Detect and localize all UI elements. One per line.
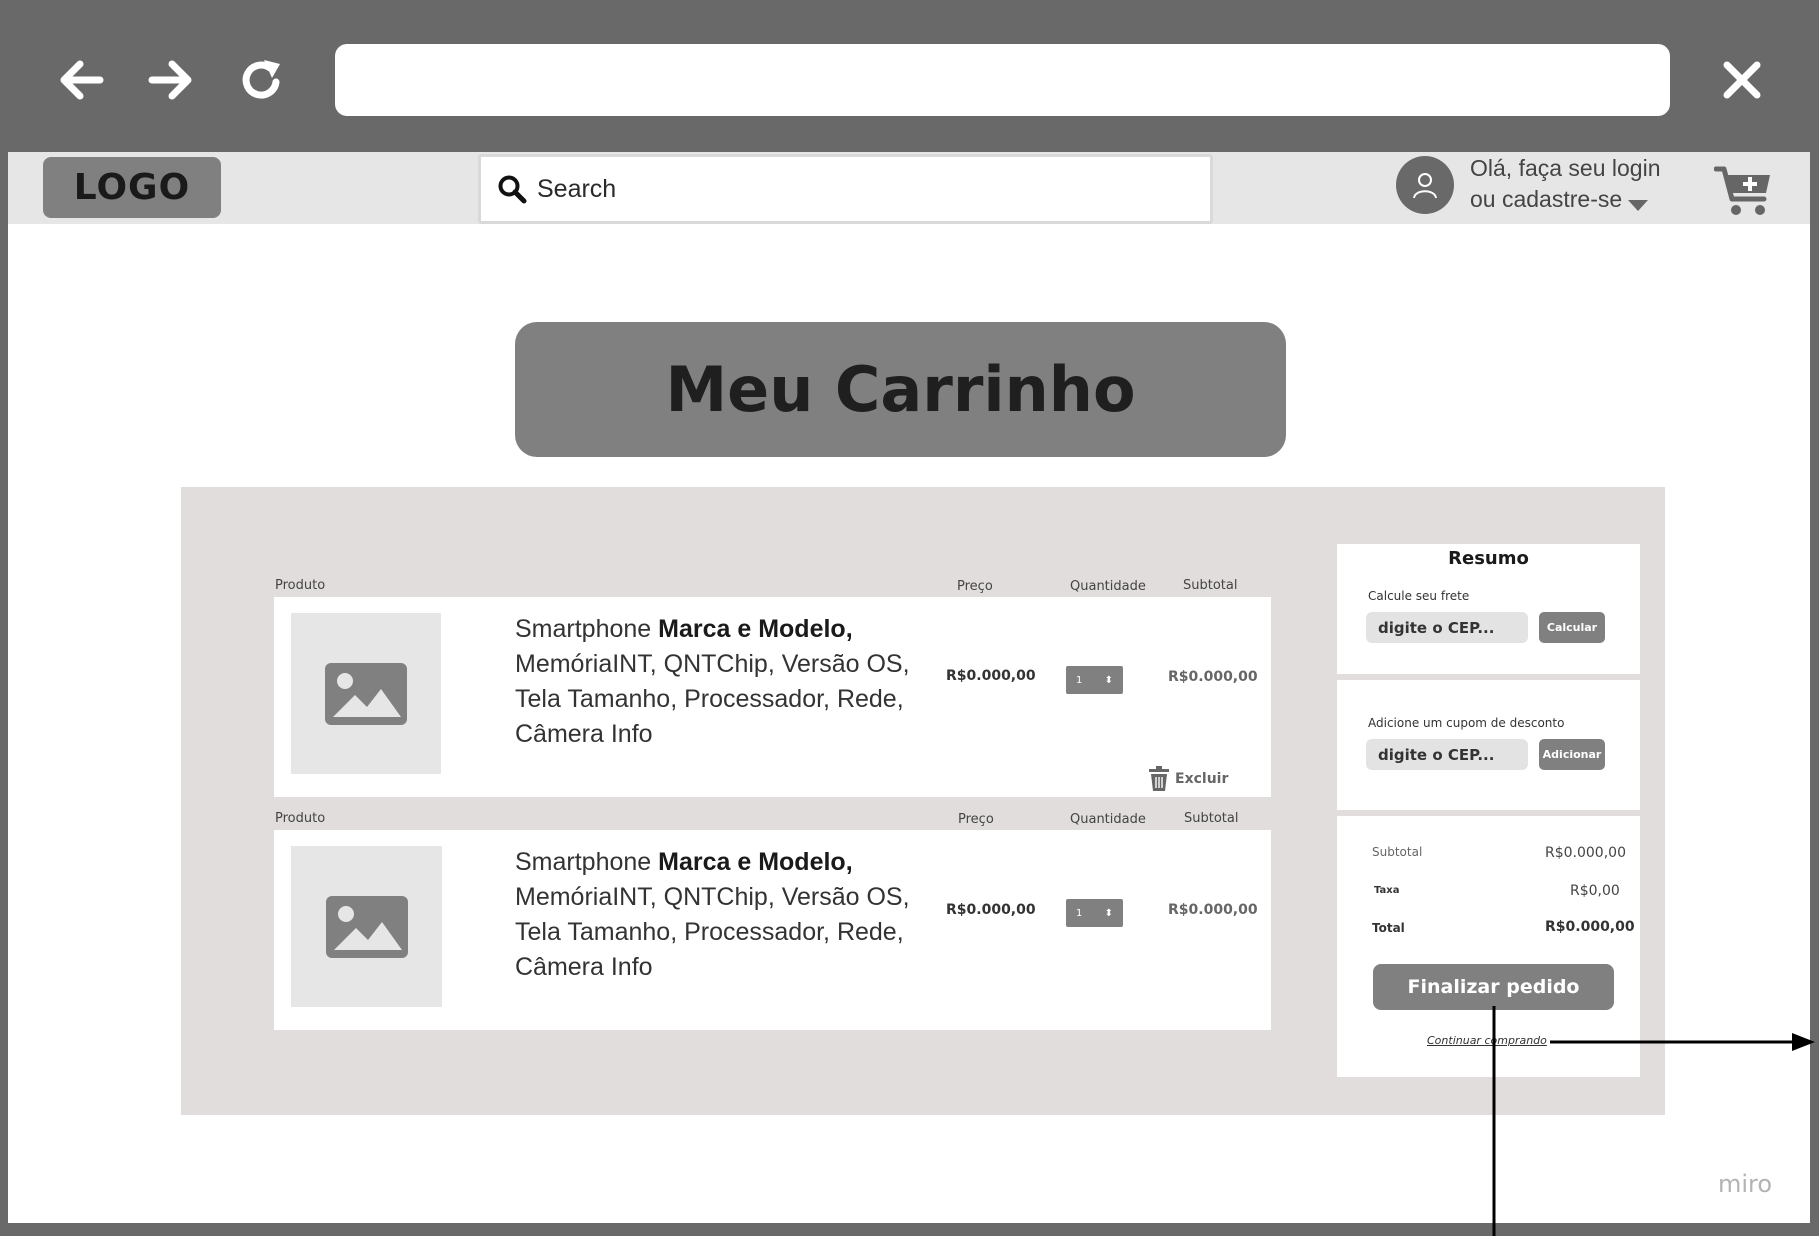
window-frame-left [0, 152, 8, 1236]
image-placeholder-icon [325, 895, 408, 958]
quantity-stepper[interactable]: 1 ⬍ [1066, 899, 1123, 927]
user-icon [1413, 173, 1437, 199]
shipping-label: Calcule seu frete [1368, 589, 1470, 603]
column-header-price: Preço [958, 812, 994, 827]
item-subtotal: R$0.000,00 [1168, 669, 1258, 685]
product-brand-model: Marca e Modelo, [658, 848, 853, 876]
product-brand-model: Marca e Modelo, [658, 615, 853, 643]
search-icon [498, 175, 527, 204]
add-coupon-button[interactable]: Adicionar [1539, 739, 1605, 770]
product-spec-line: MemóriaINT, QNTChip, Versão OS, [515, 650, 910, 678]
reload-icon[interactable] [240, 58, 284, 102]
stepper-arrows-icon[interactable]: ⬍ [1105, 675, 1113, 686]
total-label: Total [1372, 921, 1405, 935]
cep-input[interactable]: digite o CEP... [1366, 612, 1528, 643]
delete-button[interactable]: Excluir [1175, 771, 1228, 787]
item-subtotal: R$0.000,00 [1168, 902, 1258, 918]
subtotal-value: R$0.000,00 [1545, 845, 1626, 861]
tax-label: Taxa [1374, 885, 1400, 896]
logo[interactable]: LOGO [43, 157, 221, 218]
calculate-shipping-button[interactable]: Calcular [1539, 612, 1605, 643]
chevron-down-icon[interactable] [1628, 200, 1648, 211]
url-bar[interactable] [335, 44, 1670, 116]
product-spec-line: Câmera Info [515, 953, 653, 981]
column-header-price: Preço [957, 579, 993, 594]
image-placeholder-icon [325, 662, 407, 725]
arrow-left-icon[interactable] [58, 58, 104, 102]
product-spec-line: MemóriaINT, QNTChip, Versão OS, [515, 883, 910, 911]
close-icon[interactable] [1722, 60, 1762, 100]
column-header-subtotal: Subtotal [1184, 811, 1239, 826]
product-image[interactable] [291, 846, 442, 1007]
register-link[interactable]: ou cadastre-se [1470, 186, 1622, 213]
page-title: Meu Carrinho [515, 322, 1286, 457]
product-description[interactable]: Smartphone Marca e Modelo, MemóriaINT, Q… [515, 845, 935, 985]
search-placeholder: Search [537, 174, 617, 203]
total-value: R$0.000,00 [1545, 919, 1635, 935]
product-name: Smartphone [515, 848, 659, 876]
column-header-subtotal: Subtotal [1183, 578, 1238, 593]
subtotal-label: Subtotal [1372, 845, 1423, 859]
tax-value: R$0,00 [1570, 883, 1620, 899]
product-name: Smartphone [515, 615, 659, 643]
product-price: R$0.000,00 [946, 668, 1036, 684]
arrow-right-icon[interactable] [148, 58, 194, 102]
product-spec-line: Câmera Info [515, 720, 653, 748]
summary-title: Resumo [1448, 548, 1529, 569]
avatar[interactable] [1396, 156, 1454, 214]
flow-connectors [1492, 1006, 1815, 1236]
product-spec-line: Tela Tamanho, Processador, Rede, [515, 685, 904, 713]
trash-icon[interactable] [1148, 766, 1170, 791]
cart-add-icon[interactable] [1714, 165, 1772, 217]
coupon-input[interactable]: digite o CEP... [1366, 739, 1528, 770]
quantity-value: 1 [1076, 907, 1083, 919]
column-header-quantity: Quantidade [1070, 579, 1146, 594]
stepper-arrows-icon[interactable]: ⬍ [1105, 908, 1113, 919]
product-description[interactable]: Smartphone Marca e Modelo, MemóriaINT, Q… [515, 612, 935, 752]
quantity-value: 1 [1076, 674, 1083, 686]
arrow-head-icon [1792, 1033, 1815, 1051]
miro-watermark: miro [1718, 1170, 1773, 1198]
product-image[interactable] [291, 613, 441, 774]
quantity-stepper[interactable]: 1 ⬍ [1066, 666, 1123, 694]
product-spec-line: Tela Tamanho, Processador, Rede, [515, 918, 904, 946]
column-header-product: Produto [275, 578, 326, 593]
login-link[interactable]: Olá, faça seu login [1470, 155, 1661, 182]
product-price: R$0.000,00 [946, 902, 1036, 918]
column-header-product: Produto [275, 811, 326, 826]
column-header-quantity: Quantidade [1070, 812, 1146, 827]
coupon-label: Adicione um cupom de desconto [1368, 716, 1565, 730]
search-input[interactable]: Search [478, 154, 1213, 224]
